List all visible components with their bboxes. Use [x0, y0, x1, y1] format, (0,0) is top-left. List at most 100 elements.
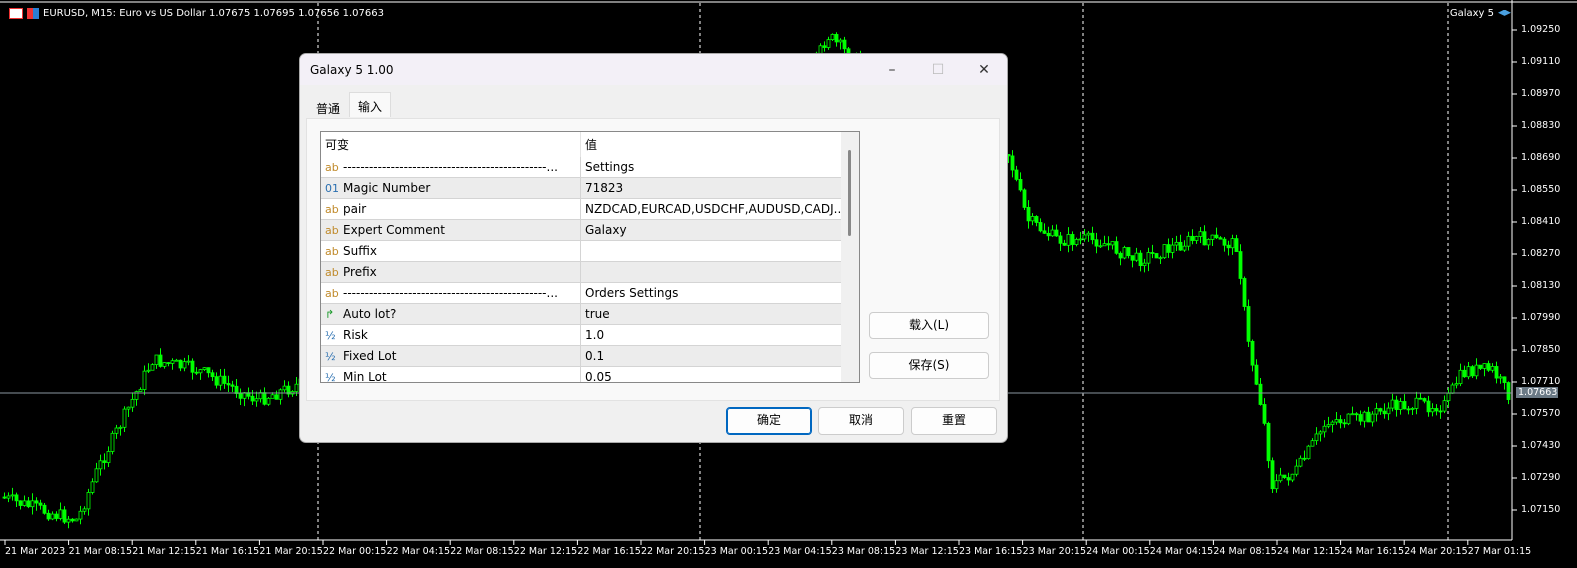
candle-body — [270, 394, 275, 399]
table-header: 可变 值 — [321, 132, 841, 157]
candle-body — [1178, 241, 1183, 251]
one-click-trading-icon[interactable] — [27, 8, 39, 19]
time-tick-label: 24 Mar 20:15 — [1404, 546, 1468, 557]
candle-body — [1478, 364, 1483, 369]
table-row[interactable]: ½ Min Lot 0.05 — [321, 367, 841, 382]
parameter-value[interactable]: 0.05 — [581, 370, 841, 382]
candle-body — [1322, 425, 1327, 433]
table-row[interactable]: ab --------------------------------------… — [321, 283, 841, 304]
table-row[interactable]: ↱ Auto lot? true — [321, 304, 841, 325]
scrollbar[interactable] — [841, 132, 859, 382]
save-button[interactable]: 保存(S) — [869, 352, 989, 379]
candle-body — [1482, 363, 1487, 369]
candle-body — [294, 383, 299, 392]
price-tick-label: 1.07570 — [1521, 408, 1561, 419]
maximize-button[interactable]: ☐ — [915, 62, 961, 78]
candle-body — [1422, 398, 1427, 402]
candle-body — [98, 460, 103, 470]
minimize-button[interactable]: – — [869, 62, 915, 78]
candle-body — [1442, 400, 1447, 412]
candle-body — [1394, 399, 1399, 410]
table-row[interactable]: ½ Fixed Lot 0.1 — [321, 346, 841, 367]
title-bar[interactable]: Galaxy 5 1.00 – ☐ ✕ — [300, 54, 1007, 85]
ok-button[interactable]: 确定 — [726, 407, 812, 435]
table-row[interactable]: ab Suffix — [321, 241, 841, 262]
candle-body — [1086, 232, 1091, 236]
column-header-value[interactable]: 值 — [581, 136, 841, 153]
candle-body — [1042, 230, 1047, 234]
candle-body — [1366, 411, 1371, 423]
time-tick-label: 21 Mar 2023 — [5, 546, 66, 557]
table-row[interactable]: ½ Risk 1.0 — [321, 325, 841, 346]
candle-body — [1330, 421, 1335, 426]
candle-body — [198, 369, 203, 374]
candle-body — [1234, 238, 1239, 252]
candle-body — [106, 451, 111, 463]
candle-body — [210, 372, 215, 378]
parameter-value[interactable]: Orders Settings — [581, 286, 841, 300]
table-row[interactable]: ab Expert Comment Galaxy — [321, 220, 841, 241]
scrollbar-thumb[interactable] — [848, 150, 851, 236]
candle-body — [1114, 241, 1119, 254]
parameter-value[interactable]: 1.0 — [581, 328, 841, 342]
load-button[interactable]: 载入(L) — [869, 312, 989, 339]
table-row[interactable]: ab pair NZDCAD,EURCAD,USDCHF,AUDUSD,CADJ.… — [321, 199, 841, 220]
parameter-value[interactable]: Settings — [581, 160, 841, 174]
candle-body — [34, 500, 39, 504]
candle-body — [30, 500, 35, 508]
candle-body — [1142, 262, 1147, 267]
price-tick-label: 1.07290 — [1521, 472, 1561, 483]
candle-body — [1226, 244, 1231, 249]
cancel-button[interactable]: 取消 — [818, 407, 904, 435]
column-header-variable[interactable]: 可变 — [321, 132, 581, 157]
candle-body — [1038, 222, 1043, 232]
time-tick-label: 22 Mar 04:15 — [386, 546, 451, 557]
candle-body — [822, 45, 827, 48]
candle-body — [1026, 207, 1031, 222]
candle-body — [1266, 422, 1271, 462]
reset-button[interactable]: 重置 — [911, 407, 997, 435]
time-tick-label: 24 Mar 08:15 — [1213, 546, 1277, 557]
candle-body — [1170, 244, 1175, 253]
candle-body — [1494, 366, 1499, 379]
time-tick-label: 23 Mar 00:15 — [704, 546, 769, 557]
table-row[interactable]: ab --------------------------------------… — [321, 157, 841, 178]
candle-body — [1018, 178, 1023, 191]
close-button[interactable]: ✕ — [961, 62, 1007, 78]
candle-body — [1318, 431, 1323, 435]
candle-body — [26, 500, 31, 508]
expert-indicator[interactable]: Galaxy 5 — [1450, 8, 1511, 19]
candle-body — [1202, 231, 1207, 246]
candle-body — [1146, 252, 1151, 264]
parameter-value[interactable]: 0.1 — [581, 349, 841, 363]
string-type-icon: ab — [325, 244, 339, 258]
candle-body — [166, 362, 171, 364]
candle-body — [10, 494, 15, 497]
price-tick-label: 1.07850 — [1521, 344, 1561, 355]
tab-common[interactable]: 普通 — [307, 94, 349, 121]
candle-body — [94, 468, 99, 483]
time-tick-label: 24 Mar 04:15 — [1149, 546, 1214, 557]
price-tick-label: 1.07430 — [1521, 440, 1561, 451]
inputs-table: 可变 值 ab ---------------------------------… — [320, 131, 860, 383]
candle-body — [22, 500, 27, 506]
chart-list-icon[interactable] — [9, 8, 23, 19]
candle-body — [1470, 366, 1475, 377]
candle-body — [1386, 407, 1391, 415]
tab-inputs[interactable]: 输入 — [349, 92, 392, 117]
parameter-value[interactable]: 71823 — [581, 181, 841, 195]
candle-body — [1166, 244, 1171, 253]
candle-body — [1410, 408, 1415, 410]
parameter-value[interactable]: NZDCAD,EURCAD,USDCHF,AUDUSD,CADJ... — [581, 202, 841, 216]
time-tick-label: 24 Mar 16:15 — [1340, 546, 1405, 557]
candle-body — [66, 518, 71, 523]
table-row[interactable]: 01 Magic Number 71823 — [321, 178, 841, 199]
parameter-value[interactable]: Galaxy — [581, 223, 841, 237]
table-row[interactable]: ab Prefix — [321, 262, 841, 283]
string-type-icon: ab — [325, 223, 339, 237]
price-tick-label: 1.08270 — [1521, 248, 1561, 259]
candle-body — [62, 509, 67, 523]
candle-body — [1050, 229, 1055, 237]
candle-body — [1062, 242, 1067, 246]
parameter-value[interactable]: true — [581, 307, 841, 321]
